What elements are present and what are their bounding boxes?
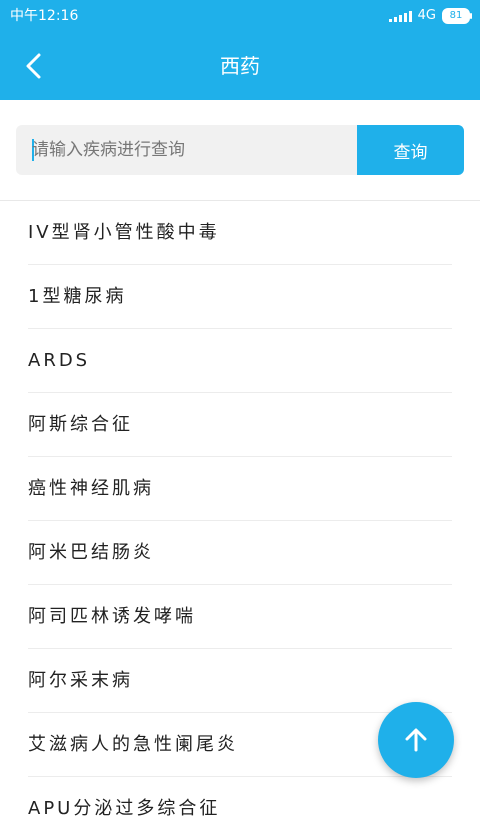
signal-icon <box>388 10 412 22</box>
search-button[interactable]: 查询 <box>357 125 464 175</box>
list-item-label: 癌性神经肌病 <box>28 478 154 499</box>
list-item[interactable]: APU分泌过多综合征 <box>28 777 452 840</box>
list-item[interactable]: IV型肾小管性酸中毒 <box>28 201 452 265</box>
network-type: 4G <box>417 8 436 23</box>
list-item-label: 阿司匹林诱发哮喘 <box>28 606 196 627</box>
list-item-label: ARDS <box>28 350 91 371</box>
list-item[interactable]: ARDS <box>28 329 452 393</box>
battery-icon: 81 <box>442 8 472 24</box>
scroll-to-top-button[interactable] <box>378 702 454 778</box>
page-title: 西药 <box>220 54 260 78</box>
list-item-label: APU分泌过多综合征 <box>28 798 221 819</box>
list-item-label: 1型糖尿病 <box>28 286 127 307</box>
list-item-label: IV型肾小管性酸中毒 <box>28 222 220 243</box>
list-item-label: 阿尔采末病 <box>28 670 133 691</box>
search-area: 查询 <box>0 100 480 200</box>
search-input[interactable] <box>16 125 357 175</box>
arrow-up-icon <box>405 728 427 752</box>
search-box: 查询 <box>16 125 464 175</box>
status-time: 中午12:16 <box>10 8 79 24</box>
status-bar: 中午12:16 4G 81 <box>0 0 480 32</box>
status-indicators: 4G 81 <box>388 0 472 32</box>
list-item-label: 艾滋病人的急性阑尾炎 <box>28 734 238 755</box>
list-item[interactable]: 1型糖尿病 <box>28 265 452 329</box>
navigation-bar: 西药 <box>0 32 480 100</box>
list-item[interactable]: 阿尔采末病 <box>28 649 452 713</box>
app-header: 中午12:16 4G 81 西药 <box>0 0 480 100</box>
list-item[interactable]: 阿米巴结肠炎 <box>28 521 452 585</box>
list-item[interactable]: 阿司匹林诱发哮喘 <box>28 585 452 649</box>
list-item[interactable]: 阿斯综合征 <box>28 393 452 457</box>
list-item-label: 阿斯综合征 <box>28 414 133 435</box>
list-item-label: 阿米巴结肠炎 <box>28 542 154 563</box>
list-item[interactable]: 癌性神经肌病 <box>28 457 452 521</box>
